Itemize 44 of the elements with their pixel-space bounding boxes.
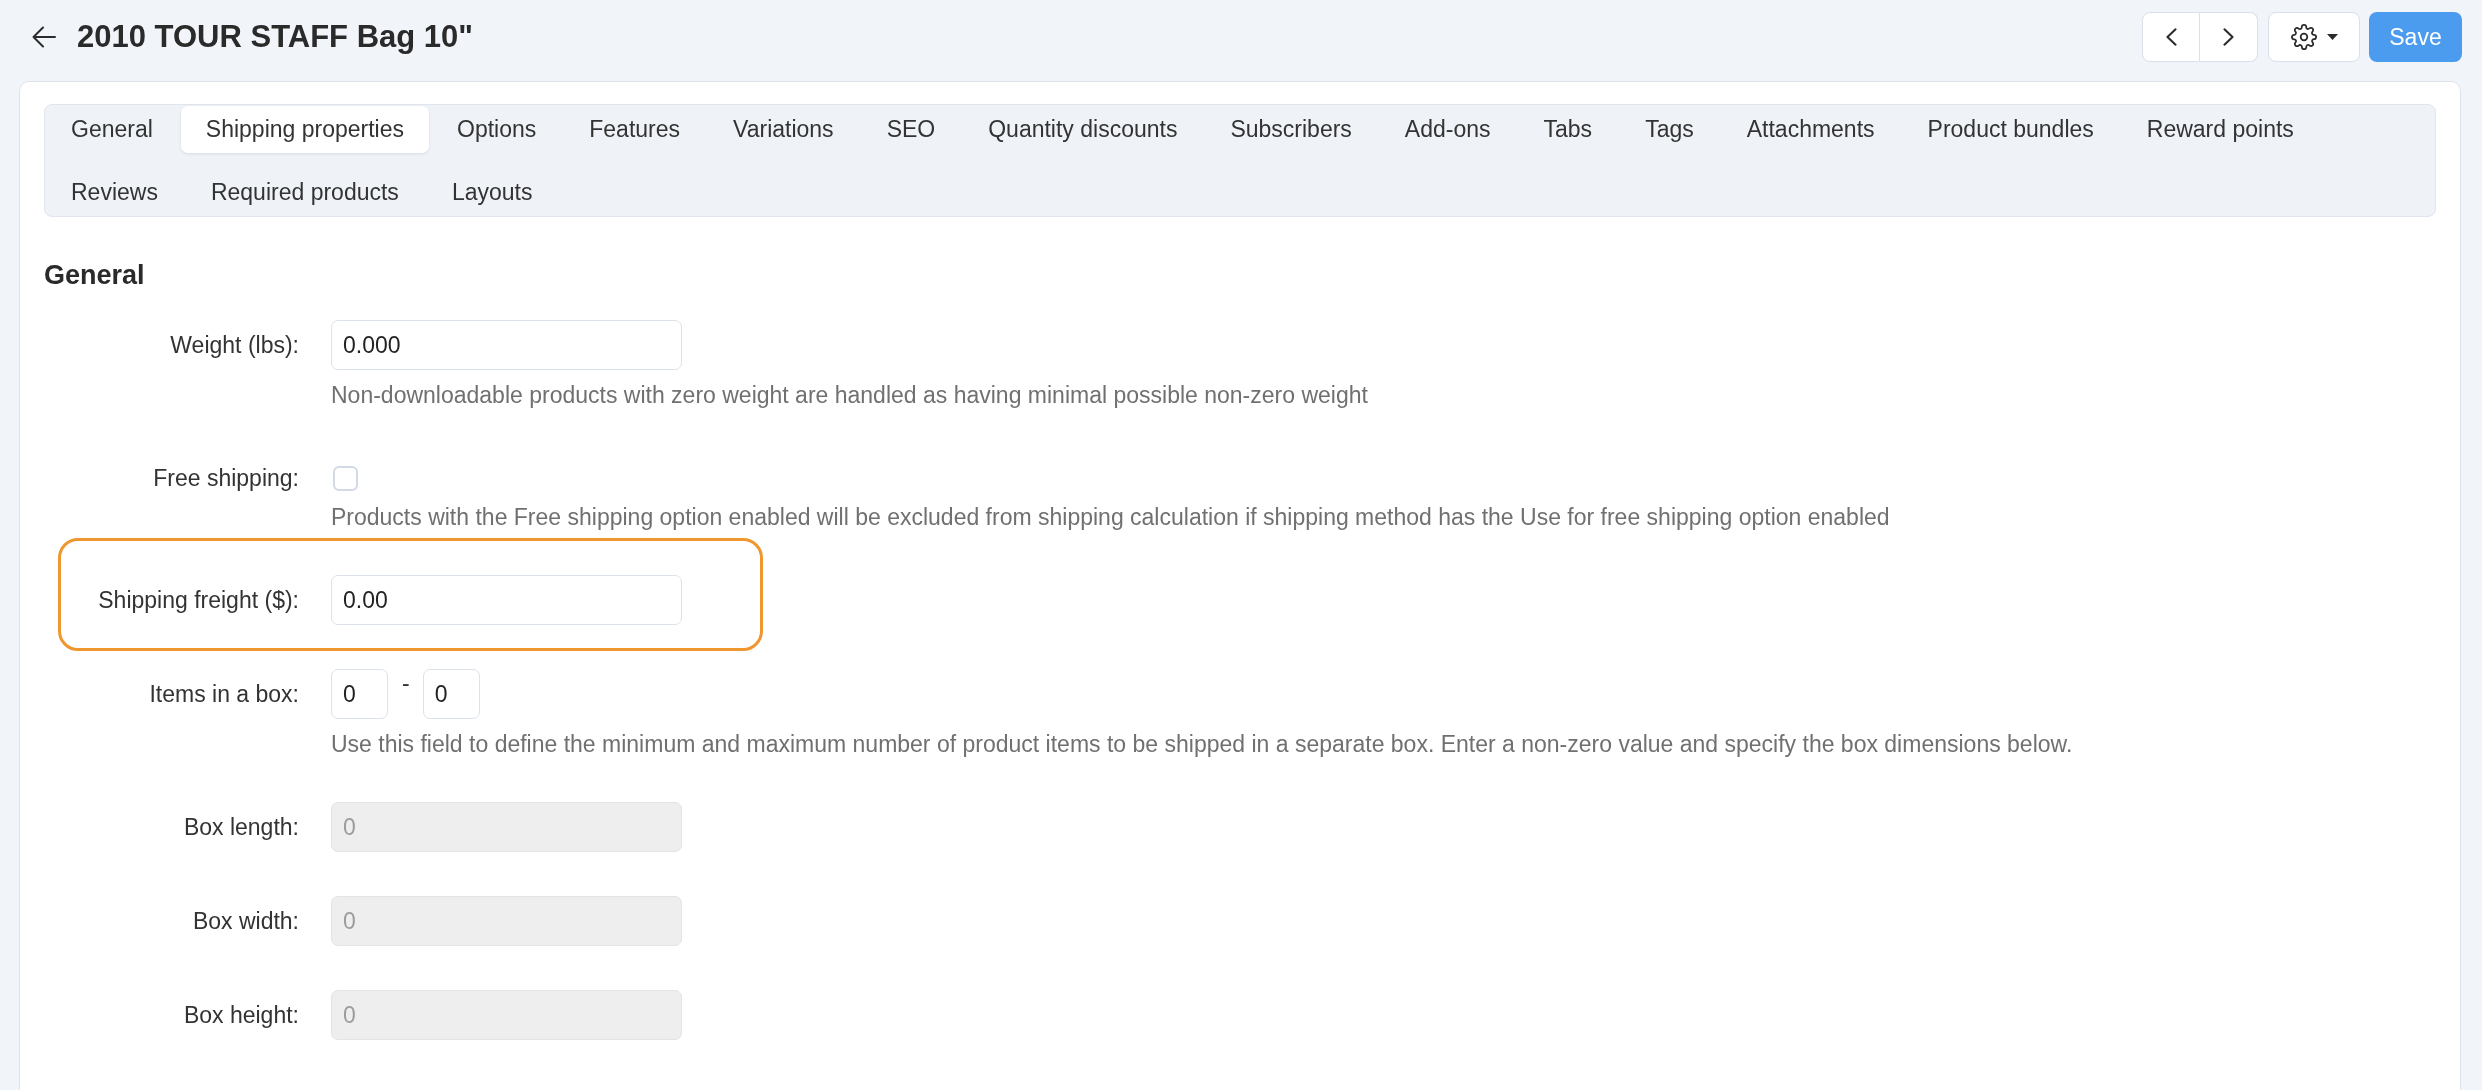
tab[interactable]: Options <box>432 106 562 153</box>
previous-button[interactable] <box>2142 12 2200 62</box>
tab[interactable]: Required products <box>185 169 424 216</box>
tab[interactable]: Tags <box>1620 106 1719 153</box>
section-heading: General <box>44 259 145 291</box>
help-text: Products with the Free shipping option enabled will be excluded from shipping calculation if shipping method has the Use for free shipping option enabled <box>331 503 1890 531</box>
tab[interactable]: Variations <box>708 106 859 153</box>
field-label: Free shipping: <box>153 464 299 492</box>
help-text: Use this field to define the minimum and maximum number of product items to be shipped in a separate box. Enter a non-zero value and specify the box dimensions below. <box>331 730 2073 758</box>
gear-icon <box>2290 24 2317 50</box>
range-separator: - <box>402 669 410 697</box>
input-field[interactable]: 0.000 <box>331 320 682 370</box>
tab[interactable]: Shipping properties <box>180 106 429 153</box>
tab[interactable]: Layouts <box>426 169 558 216</box>
input-field[interactable]: 0 <box>331 669 388 719</box>
tab[interactable]: Subscribers <box>1205 106 1377 153</box>
input-field[interactable]: 0 <box>422 669 480 719</box>
help-text: Non-downloadable products with zero weight are handled as having minimal possible non-zero weight <box>331 381 1368 409</box>
field-label: Items in a box: <box>149 680 299 708</box>
tab[interactable]: Product bundles <box>1902 106 2119 153</box>
settings-button[interactable] <box>2268 12 2360 62</box>
tab[interactable]: Add-ons <box>1379 106 1516 153</box>
tab[interactable]: SEO <box>861 106 961 153</box>
caret-icon <box>2326 34 2338 40</box>
field-label: Box height: <box>183 1001 299 1029</box>
tab[interactable]: General <box>46 106 178 153</box>
next-button[interactable] <box>2200 12 2258 62</box>
tab[interactable]: Tabs <box>1518 106 1618 153</box>
tab[interactable]: Quantity discounts <box>963 106 1203 153</box>
tab[interactable]: Reward points <box>2121 106 2319 153</box>
tab[interactable]: Reviews <box>46 169 183 216</box>
chevron-right-icon <box>2223 28 2234 46</box>
checkbox[interactable] <box>333 465 358 491</box>
input-field[interactable]: 0.00 <box>331 575 682 625</box>
arrow-left-icon <box>32 26 56 48</box>
tab[interactable]: Attachments <box>1721 106 1900 153</box>
field-label: Shipping freight ($): <box>98 586 299 614</box>
chevron-left-icon <box>2165 28 2177 46</box>
page-title: 2010 TOUR STAFF Bag 10" <box>77 18 473 56</box>
field-label: Box length: <box>183 813 299 841</box>
field-label: Box width: <box>192 907 299 935</box>
field-label: Weight (lbs): <box>170 331 299 359</box>
back-button[interactable] <box>32 26 56 48</box>
tab[interactable]: Features <box>564 106 706 153</box>
